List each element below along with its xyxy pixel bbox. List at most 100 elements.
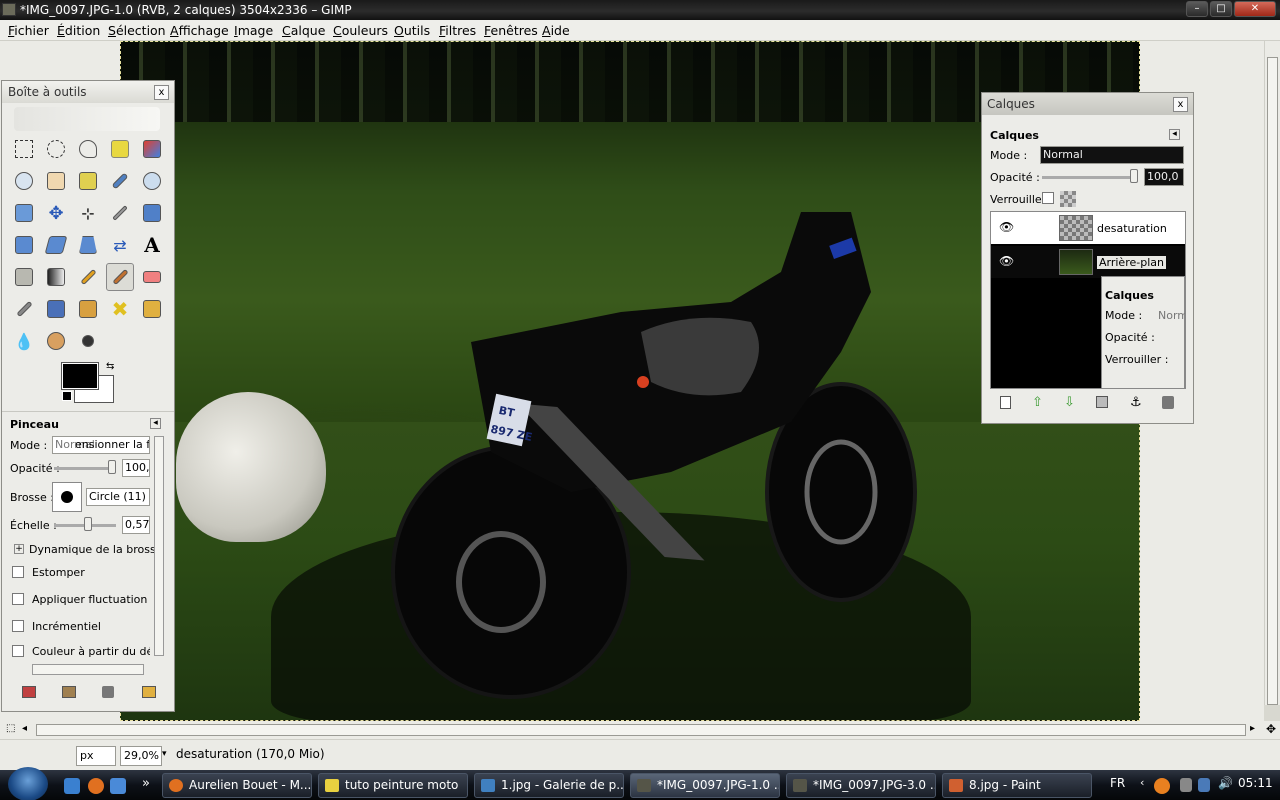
swap-colors-icon[interactable]: ⇆ bbox=[106, 361, 114, 372]
navigate-icon[interactable]: ✥ bbox=[1266, 722, 1276, 736]
zoom-tool[interactable] bbox=[138, 167, 166, 195]
new-layer-icon[interactable] bbox=[1000, 396, 1011, 409]
flip-tool[interactable]: ⇄ bbox=[106, 231, 134, 259]
default-colors-icon[interactable] bbox=[62, 391, 72, 401]
raise-layer-icon[interactable]: ⇧ bbox=[1032, 395, 1043, 410]
taskbar-item[interactable]: Aurelien Bouet - M... bbox=[162, 773, 312, 798]
maximize-button[interactable]: □ bbox=[1210, 1, 1232, 17]
foreground-select-tool[interactable] bbox=[42, 167, 70, 195]
fuzzy-select-tool[interactable] bbox=[106, 135, 134, 163]
perspective-tool[interactable] bbox=[74, 231, 102, 259]
layer-name[interactable]: Arrière-plan bbox=[1097, 256, 1166, 269]
paintbrush-tool[interactable] bbox=[106, 263, 134, 291]
scroll-left-icon[interactable]: ◂ bbox=[22, 723, 27, 734]
restore-options-icon[interactable] bbox=[62, 686, 76, 698]
scale-slider-knob[interactable] bbox=[84, 517, 92, 531]
gradient-color-checkbox[interactable] bbox=[12, 645, 24, 657]
taskbar-item[interactable]: 8.jpg - Paint bbox=[942, 773, 1092, 798]
menu-calque[interactable]: Calque bbox=[282, 23, 325, 38]
layers-close-button[interactable]: x bbox=[1173, 97, 1188, 112]
taskbar-item[interactable]: tuto peinture moto bbox=[318, 773, 468, 798]
airbrush-tool[interactable] bbox=[10, 295, 38, 323]
lower-layer-icon[interactable]: ⇩ bbox=[1064, 395, 1075, 410]
start-button[interactable] bbox=[8, 767, 48, 800]
taskbar-item[interactable]: *IMG_0097.JPG-3.0 ... bbox=[786, 773, 936, 798]
blend-tool[interactable] bbox=[42, 263, 70, 291]
rotate-tool[interactable] bbox=[138, 199, 166, 227]
menu-filtres[interactable]: Filtres bbox=[439, 23, 476, 38]
shear-tool[interactable] bbox=[42, 231, 70, 259]
rect-select-tool[interactable] bbox=[10, 135, 38, 163]
color-picker-tool[interactable] bbox=[106, 167, 134, 195]
menu-outils[interactable]: Outils bbox=[394, 23, 430, 38]
toolbox-close-button[interactable]: x bbox=[154, 85, 169, 100]
layers-opacity-field[interactable]: 100,0 bbox=[1144, 168, 1184, 186]
language-indicator[interactable]: FR bbox=[1110, 776, 1125, 790]
show-desktop-icon[interactable] bbox=[64, 778, 80, 794]
menu-image[interactable]: Image bbox=[234, 23, 273, 38]
lock-alpha-checkbox[interactable] bbox=[1042, 192, 1054, 204]
visibility-eye-icon[interactable]: 👁 bbox=[999, 255, 1015, 267]
layers-opacity-knob[interactable] bbox=[1130, 169, 1138, 183]
clock[interactable]: 05:11 bbox=[1238, 776, 1273, 790]
menu-couleurs[interactable]: Couleurs bbox=[333, 23, 388, 38]
minimize-button[interactable]: – bbox=[1186, 1, 1208, 17]
save-options-icon[interactable] bbox=[22, 686, 36, 698]
layer-name[interactable]: desaturation bbox=[1097, 222, 1167, 235]
scale-field[interactable]: 0,57 bbox=[122, 516, 150, 534]
ink-tool[interactable] bbox=[42, 295, 70, 323]
paths-tool[interactable] bbox=[74, 167, 102, 195]
volume-icon[interactable]: 🔊 bbox=[1218, 776, 1233, 790]
taskbar-item[interactable]: 1.jpg - Galerie de p... bbox=[474, 773, 624, 798]
visibility-eye-icon[interactable]: 👁 bbox=[999, 221, 1015, 233]
options-vscrollbar[interactable] bbox=[154, 436, 164, 656]
tray-network-icon[interactable] bbox=[1180, 778, 1192, 792]
more-quicklaunch-icon[interactable]: » bbox=[142, 776, 150, 791]
vscroll-thumb[interactable] bbox=[1267, 57, 1278, 705]
layers-opacity-slider[interactable] bbox=[1042, 176, 1134, 179]
layers-menu-icon[interactable]: ◂ bbox=[1169, 129, 1180, 140]
crop-tool[interactable] bbox=[106, 199, 134, 227]
lasso-tool[interactable] bbox=[74, 135, 102, 163]
close-button[interactable]: ✕ bbox=[1234, 1, 1276, 17]
smudge-tool[interactable] bbox=[42, 327, 70, 355]
layer-row-background[interactable]: 👁 Arrière-plan bbox=[991, 246, 1185, 278]
perspective-clone-tool[interactable] bbox=[138, 295, 166, 323]
tray-expand-icon[interactable]: ‹ bbox=[1140, 776, 1144, 789]
unit-select[interactable]: px bbox=[76, 746, 116, 766]
menu-affichage[interactable]: Affichage bbox=[170, 23, 229, 38]
tray-app-icon[interactable] bbox=[1154, 778, 1170, 794]
incremental-checkbox[interactable] bbox=[12, 620, 24, 632]
anchor-layer-icon[interactable]: ⚓ bbox=[1130, 395, 1142, 410]
opacity-slider-knob[interactable] bbox=[108, 460, 116, 474]
opacity-field[interactable]: 100,0 bbox=[122, 459, 150, 477]
quick-mask-icon[interactable]: ⬚ bbox=[6, 723, 15, 734]
firefox-icon[interactable] bbox=[88, 778, 104, 794]
heal-tool[interactable]: ✖ bbox=[106, 295, 134, 323]
layer-row-desaturation[interactable]: 👁 desaturation bbox=[991, 212, 1185, 244]
ellipse-select-tool[interactable] bbox=[42, 135, 70, 163]
taskbar-item-active[interactable]: *IMG_0097.JPG-1.0 ... bbox=[630, 773, 780, 798]
switch-windows-icon[interactable] bbox=[110, 778, 126, 794]
tray-device-icon[interactable] bbox=[1198, 778, 1210, 792]
layers-mode-select[interactable]: Normal bbox=[1040, 146, 1184, 164]
hscroll-thumb[interactable] bbox=[36, 724, 1246, 736]
zoom-field[interactable]: 29,0% bbox=[120, 746, 162, 766]
delete-layer-icon[interactable] bbox=[1162, 396, 1174, 409]
vertical-scrollbar[interactable] bbox=[1264, 41, 1280, 705]
options-hscrollbar[interactable] bbox=[32, 664, 144, 675]
horizontal-scrollbar[interactable]: ⬚ ◂ ▸ ✥ bbox=[0, 721, 1280, 739]
menu-fenetres[interactable]: Fenêtres bbox=[484, 23, 538, 38]
reset-options-icon[interactable] bbox=[142, 686, 156, 698]
zoom-dropdown-icon[interactable]: ▾ bbox=[162, 749, 167, 759]
text-tool[interactable]: A bbox=[138, 231, 166, 259]
expand-icon[interactable]: + bbox=[14, 544, 24, 554]
jitter-checkbox[interactable] bbox=[12, 593, 24, 605]
pencil-tool[interactable] bbox=[74, 263, 102, 291]
menu-edition[interactable]: Édition bbox=[57, 23, 100, 38]
menu-selection[interactable]: Sélection bbox=[108, 23, 166, 38]
scroll-right-icon[interactable]: ▸ bbox=[1250, 723, 1255, 734]
menu-aide[interactable]: Aide bbox=[542, 23, 570, 38]
blur-tool[interactable]: 💧 bbox=[10, 327, 38, 355]
brush-preview[interactable] bbox=[52, 482, 82, 512]
